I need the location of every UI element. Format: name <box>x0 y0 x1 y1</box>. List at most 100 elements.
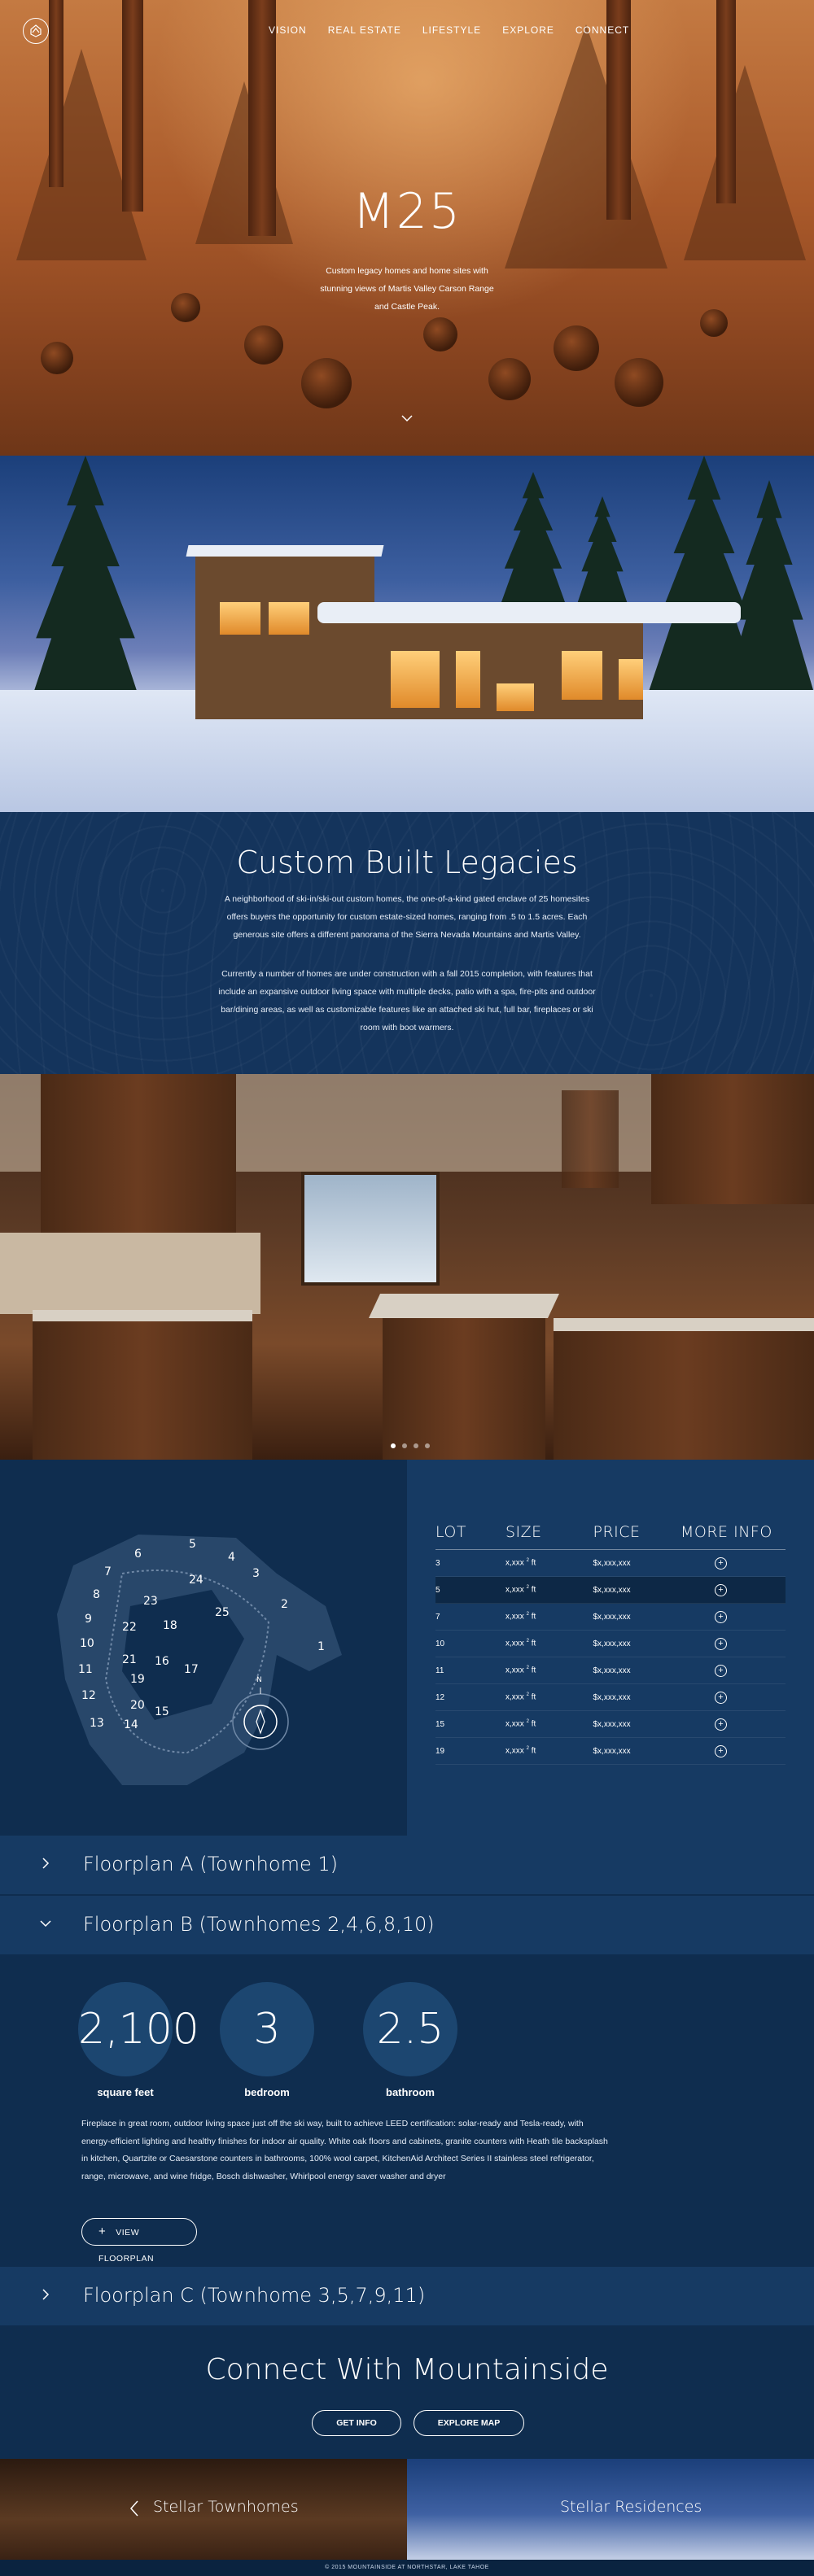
site-map-section: 1 2 3 4 5 6 7 8 9 10 11 12 13 14 15 16 1… <box>0 1460 814 1836</box>
size-cell: x,xxx 2 ft <box>505 1549 593 1577</box>
size-cell: x,xxx 2 ft <box>505 1657 593 1684</box>
nav-vision[interactable]: VISION <box>269 24 307 36</box>
lot-cell: 15 <box>435 1710 505 1738</box>
view-floorplan-button[interactable]: + VIEW FLOORPLAN <box>81 2218 197 2264</box>
more-info-cell: + <box>681 1603 786 1631</box>
chevron-right-icon <box>42 1858 50 1869</box>
house-photo <box>0 456 814 812</box>
lot-label[interactable]: 7 <box>104 1565 112 1578</box>
lot-label[interactable]: 16 <box>155 1655 169 1668</box>
table-row[interactable]: 11 x,xxx 2 ft $x,xxx,xxx + <box>435 1657 786 1684</box>
nav-real-estate[interactable]: REAL ESTATE <box>328 24 401 36</box>
price-cell: $x,xxx,xxx <box>593 1683 681 1711</box>
table-row[interactable]: 15 x,xxx 2 ft $x,xxx,xxx + <box>435 1710 786 1738</box>
lot-label[interactable]: 14 <box>124 1718 138 1731</box>
size-unit-exponent: 2 <box>526 1692 529 1698</box>
plus-icon: + <box>98 2225 107 2238</box>
size-unit: ft <box>531 1585 536 1595</box>
lot-label[interactable]: 21 <box>122 1653 137 1666</box>
lot-label[interactable]: 4 <box>228 1551 235 1564</box>
floorplan-c-toggle[interactable]: Floorplan C (Townhome 3,5,7,9,11) <box>0 2267 814 2325</box>
chevron-down-icon[interactable] <box>400 411 414 426</box>
price-cell: $x,xxx,xxx <box>593 1603 681 1631</box>
lot-label[interactable]: 10 <box>80 1637 94 1650</box>
lot-label[interactable]: 12 <box>81 1689 96 1702</box>
lot-cell: 19 <box>435 1737 505 1765</box>
site-map: 1 2 3 4 5 6 7 8 9 10 11 12 13 14 15 16 1… <box>0 1460 407 1836</box>
lot-label[interactable]: 22 <box>122 1621 137 1634</box>
size-value: x,xxx <box>505 1666 524 1675</box>
size-value: x,xxx <box>505 1612 524 1622</box>
carousel-dot[interactable] <box>414 1443 418 1448</box>
price-cell: $x,xxx,xxx <box>593 1630 681 1657</box>
lot-label[interactable]: 15 <box>155 1705 169 1718</box>
plus-circle-icon[interactable]: + <box>715 1718 727 1731</box>
lot-label[interactable]: 17 <box>184 1663 199 1676</box>
lot-label[interactable]: 3 <box>252 1567 260 1580</box>
lot-label[interactable]: 11 <box>78 1663 93 1676</box>
get-info-button[interactable]: GET INFO <box>312 2410 401 2436</box>
plus-circle-icon[interactable]: + <box>715 1664 727 1677</box>
size-value: x,xxx <box>505 1639 524 1648</box>
lot-label[interactable]: 24 <box>189 1574 204 1587</box>
lot-label[interactable]: 1 <box>317 1640 325 1653</box>
size-unit-exponent: 2 <box>526 1585 529 1591</box>
more-info-cell: + <box>681 1630 786 1657</box>
legacies-section: Custom Built Legacies A neighborhood of … <box>0 812 814 1074</box>
lots-table: LOT SIZE PRICE MORE INFO 3 x,xxx 2 ft $x,x… <box>435 1523 786 1765</box>
mountain-logo-icon[interactable] <box>23 18 49 44</box>
nav-connect[interactable]: CONNECT <box>575 24 629 36</box>
explore-map-button[interactable]: EXPLORE MAP <box>414 2410 524 2436</box>
table-row[interactable]: 5 x,xxx 2 ft $x,xxx,xxx + <box>435 1576 786 1604</box>
table-row[interactable]: 12 x,xxx 2 ft $x,xxx,xxx + <box>435 1683 786 1711</box>
carousel-dot[interactable] <box>391 1443 396 1448</box>
nav-explore[interactable]: EXPLORE <box>502 24 554 36</box>
lot-label[interactable]: 9 <box>85 1613 92 1626</box>
chevron-right-icon <box>42 2289 50 2300</box>
floorplan-b-toggle[interactable]: Floorplan B (Townhomes 2,4,6,8,10) <box>0 1896 814 1954</box>
lot-label[interactable]: 23 <box>143 1595 158 1608</box>
lot-label[interactable]: 18 <box>163 1619 177 1632</box>
price-cell: $x,xxx,xxx <box>593 1657 681 1684</box>
lot-label[interactable]: 13 <box>90 1717 104 1730</box>
stat-square-feet-label: square feet <box>97 2086 154 2098</box>
stellar-residences-panel[interactable]: Stellar Residences <box>407 2459 814 2560</box>
lot-label[interactable]: 5 <box>189 1538 196 1551</box>
lot-label[interactable]: 25 <box>215 1606 230 1619</box>
plus-circle-icon[interactable]: + <box>715 1557 727 1570</box>
size-unit: ft <box>531 1746 536 1756</box>
size-cell: x,xxx 2 ft <box>505 1737 593 1765</box>
main-nav: VISION REAL ESTATE LIFESTYLE EXPLORE CON… <box>269 24 629 36</box>
price-cell: $x,xxx,xxx <box>593 1737 681 1765</box>
table-row[interactable]: 10 x,xxx 2 ft $x,xxx,xxx + <box>435 1630 786 1657</box>
lot-label[interactable]: 19 <box>130 1673 145 1686</box>
lot-cell: 5 <box>435 1576 505 1604</box>
nav-lifestyle[interactable]: LIFESTYLE <box>422 24 481 36</box>
table-row[interactable]: 3 x,xxx 2 ft $x,xxx,xxx + <box>435 1549 786 1577</box>
lot-label[interactable]: 8 <box>93 1588 100 1601</box>
table-row[interactable]: 7 x,xxx 2 ft $x,xxx,xxx + <box>435 1603 786 1631</box>
lot-label[interactable]: 6 <box>134 1548 142 1561</box>
lot-label[interactable]: 2 <box>281 1598 288 1611</box>
size-unit: ft <box>531 1639 536 1648</box>
hero-section: VISION REAL ESTATE LIFESTYLE EXPLORE CON… <box>0 0 814 456</box>
lot-label[interactable]: 20 <box>130 1699 145 1712</box>
more-info-cell: + <box>681 1657 786 1684</box>
more-info-cell: + <box>681 1549 786 1577</box>
plus-circle-icon[interactable]: + <box>715 1744 727 1757</box>
kitchen-photo <box>0 1074 814 1460</box>
size-unit-exponent: 2 <box>526 1612 529 1618</box>
stellar-townhomes-panel[interactable]: Stellar Townhomes <box>0 2459 407 2560</box>
table-row[interactable]: 19 x,xxx 2 ft $x,xxx,xxx + <box>435 1737 786 1765</box>
size-value: x,xxx <box>505 1719 524 1729</box>
floorplan-b-details: 2,100 3 2.5 square feet bedroom bathroom… <box>0 1956 814 2267</box>
plus-circle-icon[interactable]: + <box>715 1691 727 1704</box>
plus-circle-icon[interactable]: + <box>715 1637 727 1650</box>
plus-circle-icon[interactable]: + <box>715 1583 727 1596</box>
floorplan-a-toggle[interactable]: Floorplan A (Townhome 1) <box>0 1836 814 1894</box>
carousel-dot[interactable] <box>425 1443 430 1448</box>
plus-circle-icon[interactable]: + <box>715 1610 727 1623</box>
view-floorplan-label: VIEW FLOORPLAN <box>98 2228 155 2264</box>
carousel-dot[interactable] <box>402 1443 407 1448</box>
lot-cell: 3 <box>435 1549 505 1577</box>
